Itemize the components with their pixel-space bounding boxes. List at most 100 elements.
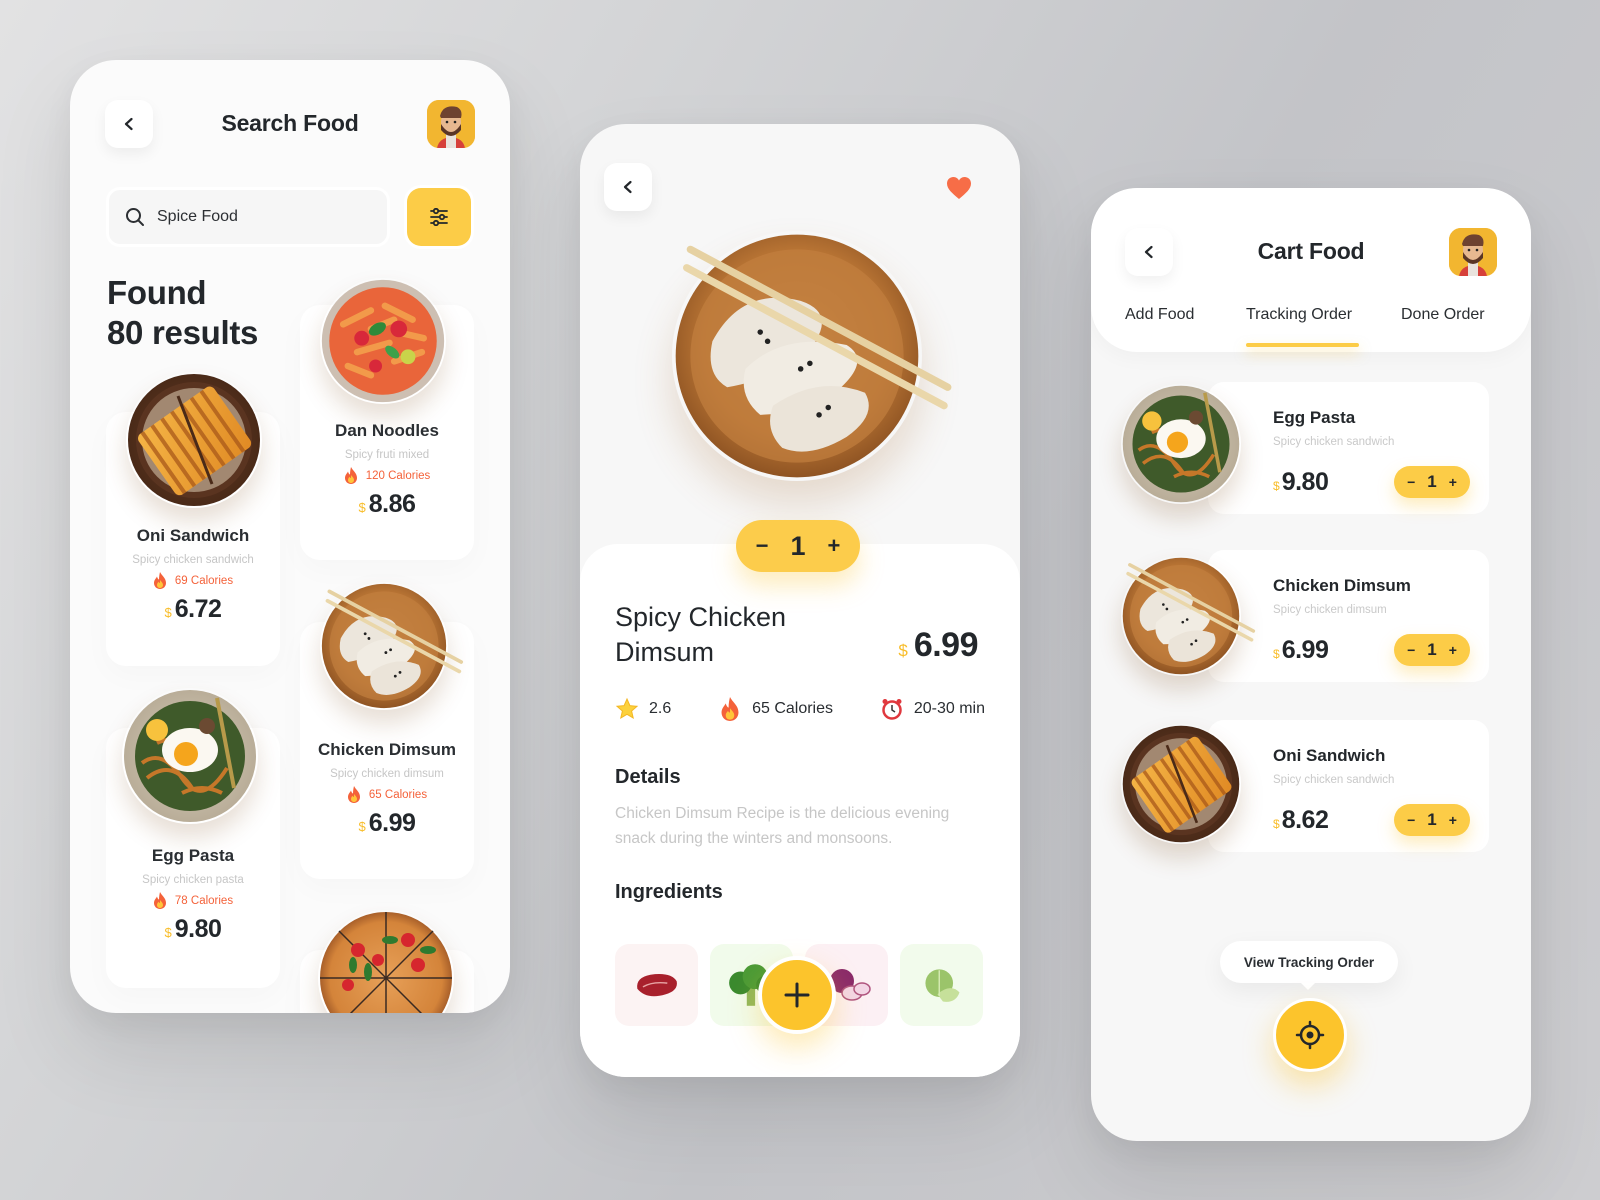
flame-icon xyxy=(153,572,166,589)
ingredient-cabbage[interactable] xyxy=(900,944,983,1026)
food-name: Chicken Dimsum xyxy=(318,740,456,759)
filter-button[interactable] xyxy=(407,188,471,246)
chevron-left-icon xyxy=(1144,245,1153,259)
food-price: $ 6.99 xyxy=(300,809,474,838)
currency-symbol: $ xyxy=(1273,479,1280,493)
flame-icon xyxy=(153,892,166,909)
flame-icon xyxy=(721,697,739,721)
search-icon xyxy=(126,208,144,226)
calories-text: 65 Calories xyxy=(368,788,428,801)
cart-item: Oni Sandwich Spicy chicken sandwich $ 8.… xyxy=(1208,720,1489,852)
view-tracking-tooltip[interactable]: View Tracking Order xyxy=(1220,941,1398,990)
ingredients-heading: Ingredients xyxy=(615,881,723,903)
price-value: 6.72 xyxy=(174,595,222,623)
calories-text: 120 Calories xyxy=(365,469,431,482)
egg-noodles-image xyxy=(1121,384,1241,504)
price-value: 9.80 xyxy=(1281,468,1329,496)
user-avatar[interactable] xyxy=(427,100,475,148)
food-title: Spicy Chicken Dimsum xyxy=(615,600,786,670)
flame-icon xyxy=(344,467,357,484)
heart-icon[interactable] xyxy=(946,176,972,200)
calories-value: 65 Calories xyxy=(752,700,834,717)
calories-text: 78 Calories xyxy=(174,894,234,907)
cart-item: Chicken Dimsum Spicy chicken dimsum $ 6.… xyxy=(1208,550,1489,682)
food-name: Oni Sandwich xyxy=(136,526,250,545)
decrease-button[interactable]: − xyxy=(1407,812,1415,828)
cart-item-name: Oni Sandwich xyxy=(1273,746,1386,765)
stats-row: 2.6 65 Calories 20-30 min xyxy=(615,697,985,721)
time-value: 20-30 min xyxy=(913,700,985,717)
egg-noodles-image xyxy=(122,688,258,824)
tab-done-order[interactable]: Done Order xyxy=(1401,306,1485,324)
currency-symbol: $ xyxy=(898,641,908,660)
calories-stat: 65 Calories xyxy=(718,697,833,721)
currency-symbol: $ xyxy=(164,925,172,940)
page-title: Cart Food xyxy=(1257,238,1365,264)
cart-item-description: Spicy chicken sandwich xyxy=(1273,436,1395,448)
track-order-button[interactable] xyxy=(1273,998,1347,1072)
increase-button[interactable]: + xyxy=(1449,642,1457,658)
results-heading-line1: Found xyxy=(107,274,207,311)
price-value: 6.99 xyxy=(1281,636,1329,664)
price-value: 6.99 xyxy=(368,809,416,837)
active-tab-indicator xyxy=(1246,343,1359,347)
quantity-stepper: − 1 + xyxy=(1394,634,1470,666)
search-food-screen: Search Food Found 80 results Oni Sandw xyxy=(70,60,510,1013)
price-value: 9.80 xyxy=(174,915,222,943)
decrease-button[interactable]: − xyxy=(756,533,769,559)
search-field[interactable] xyxy=(106,187,390,247)
increase-button[interactable]: + xyxy=(828,533,841,559)
back-button[interactable] xyxy=(604,163,652,211)
currency-symbol: $ xyxy=(1273,817,1280,831)
increase-button[interactable]: + xyxy=(1449,474,1457,490)
details-description: Chicken Dimsum Recipe is the delicious e… xyxy=(615,805,950,847)
penne-pasta-image xyxy=(320,278,446,404)
quantity-value: 1 xyxy=(1427,472,1437,491)
currency-symbol: $ xyxy=(358,500,366,515)
quantity-value: 1 xyxy=(790,530,806,561)
quantity-stepper: − 1 + xyxy=(736,520,860,572)
time-stat: 20-30 min xyxy=(880,697,985,721)
beef-icon xyxy=(636,974,677,997)
results-heading: Found 80 results xyxy=(107,273,258,353)
quantity-value: 1 xyxy=(1427,810,1437,829)
back-button[interactable] xyxy=(105,100,153,148)
ingredient-beef[interactable] xyxy=(615,944,698,1026)
rating-stat: 2.6 xyxy=(615,697,671,721)
cart-item-name: Chicken Dimsum xyxy=(1273,576,1411,595)
add-to-cart-button[interactable] xyxy=(758,956,836,1034)
food-card-info: Egg Pasta Spicy chicken pasta 78 Calorie… xyxy=(106,846,280,944)
decrease-button[interactable]: − xyxy=(1407,474,1415,490)
food-calories: 69 Calories xyxy=(106,572,280,589)
alarm-clock-icon xyxy=(882,699,902,720)
search-input[interactable] xyxy=(157,208,357,226)
dumplings-image xyxy=(1120,556,1256,676)
food-price: $ 6.99 xyxy=(898,626,978,665)
food-description: Spicy chicken pasta xyxy=(142,874,244,886)
food-price: $ 6.72 xyxy=(106,595,280,624)
currency-symbol: $ xyxy=(1273,647,1280,661)
details-heading: Details xyxy=(615,766,681,788)
calories-text: 69 Calories xyxy=(174,574,234,587)
food-calories: 78 Calories xyxy=(106,892,280,909)
dumplings-hero-image xyxy=(672,231,922,481)
results-count: 80 results xyxy=(107,314,259,351)
food-title-line1: Spicy Chicken xyxy=(615,602,787,632)
food-price: $ 8.86 xyxy=(300,490,474,519)
food-card-info: Dan Noodles Spicy fruti mixed 120 Calori… xyxy=(300,421,474,519)
food-calories: 120 Calories xyxy=(300,467,474,484)
food-card-info: Chicken Dimsum Spicy chicken dimsum 65 C… xyxy=(300,740,474,838)
decrease-button[interactable]: − xyxy=(1407,642,1415,658)
tab-tracking-order[interactable]: Tracking Order xyxy=(1246,306,1352,324)
food-description: Spicy chicken sandwich xyxy=(132,554,254,566)
cart-item-description: Spicy chicken dimsum xyxy=(1273,604,1387,616)
user-avatar[interactable] xyxy=(1449,228,1497,276)
increase-button[interactable]: + xyxy=(1449,812,1457,828)
tab-add-food[interactable]: Add Food xyxy=(1125,306,1194,324)
food-name: Egg Pasta xyxy=(151,846,235,865)
cart-item-price: $ 6.99 xyxy=(1273,636,1329,665)
cart-item-price: $ 9.80 xyxy=(1273,468,1329,497)
grilled-sandwich-image xyxy=(1121,724,1241,844)
back-button[interactable] xyxy=(1125,228,1173,276)
food-title-line2: Dimsum xyxy=(615,637,714,667)
